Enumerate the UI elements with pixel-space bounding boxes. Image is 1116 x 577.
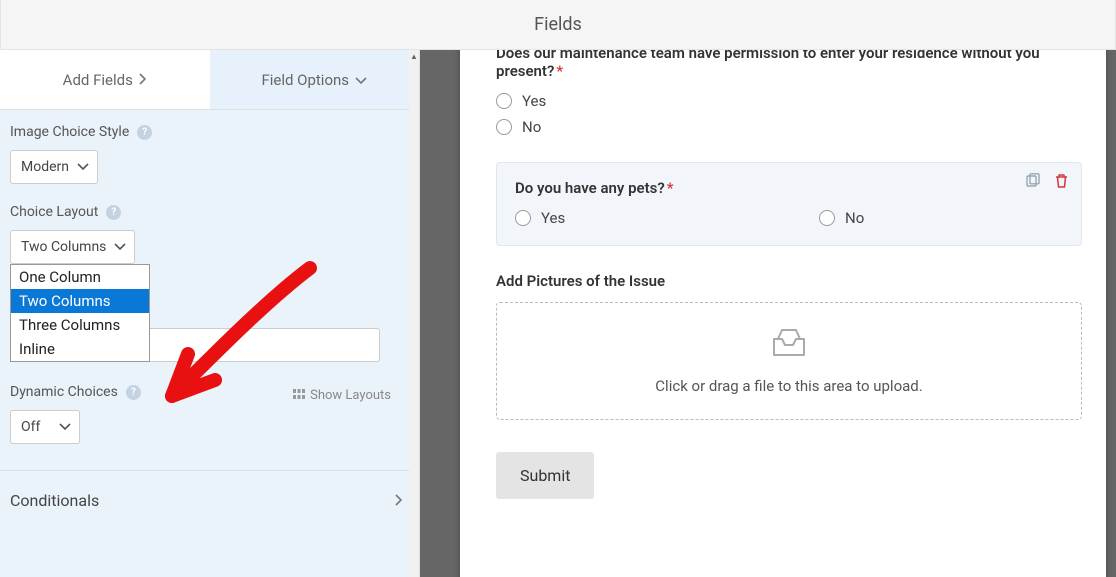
duplicate-icon[interactable] (1024, 173, 1040, 193)
image-choice-style-group: Image Choice Style ? Modern (10, 124, 403, 184)
permission-option-yes[interactable]: Yes (496, 92, 1082, 110)
dynamic-choices-value: Off (21, 419, 40, 435)
page-title: Fields (534, 14, 582, 35)
trash-icon[interactable] (1054, 173, 1069, 193)
form-preview-area: Does our maintenance team have permissio… (420, 50, 1116, 577)
image-choice-style-label-row: Image Choice Style ? (10, 124, 403, 140)
choice-layout-option-three[interactable]: Three Columns (11, 313, 149, 337)
file-upload-dropzone[interactable]: Click or drag a file to this area to upl… (496, 302, 1082, 420)
scroll-up-icon: ▲ (410, 50, 418, 63)
radio-icon (496, 119, 512, 135)
submit-label: Submit (520, 466, 570, 485)
field-options-panel: Image Choice Style ? Modern Choice Layou… (0, 110, 419, 577)
question-upload-title: Add Pictures of the Issue (496, 272, 1082, 290)
chevron-down-icon (59, 419, 71, 435)
choice-layout-label: Choice Layout (10, 204, 98, 220)
required-asterisk: * (667, 179, 674, 197)
choice-layout-option-two[interactable]: Two Columns (11, 289, 149, 313)
show-layouts-label: Show Layouts (310, 388, 391, 403)
pets-option-no[interactable]: No (819, 209, 1063, 227)
main-layout: Add Fields Field Options Image Choice St… (0, 50, 1116, 577)
question-pets-title: Do you have any pets? (515, 179, 665, 197)
question-permission-title-row: Does our maintenance team have permissio… (496, 50, 1082, 80)
dynamic-choices-label: Dynamic Choices (10, 384, 118, 400)
radio-icon (496, 93, 512, 109)
pets-option-yes[interactable]: Yes (515, 209, 759, 227)
image-choice-style-select[interactable]: Modern (10, 150, 98, 184)
choice-layout-label-row: Choice Layout ? (10, 204, 403, 220)
question-permission-title: Does our maintenance team have permissio… (496, 50, 1040, 80)
image-choice-style-label: Image Choice Style (10, 124, 129, 140)
choice-layout-select[interactable]: Two Columns (10, 230, 135, 264)
question-upload: Add Pictures of the Issue Click or drag … (496, 272, 1082, 420)
help-icon[interactable]: ? (106, 205, 121, 220)
upload-hint: Click or drag a file to this area to upl… (655, 377, 922, 395)
permission-option-no[interactable]: No (496, 118, 1082, 136)
option-label: No (845, 209, 864, 227)
page-header: Fields (0, 0, 1116, 50)
inbox-icon (770, 327, 808, 363)
option-label: Yes (541, 209, 565, 227)
radio-icon (515, 210, 531, 226)
sidebar-scrollbar[interactable]: ▲ (409, 50, 419, 577)
left-sidebar: Add Fields Field Options Image Choice St… (0, 50, 420, 577)
tab-field-options-label: Field Options (261, 71, 349, 89)
field-actions (1024, 173, 1069, 193)
question-permission: Does our maintenance team have permissio… (496, 50, 1082, 136)
submit-button[interactable]: Submit (496, 452, 594, 499)
help-icon[interactable]: ? (137, 125, 152, 140)
image-choice-style-value: Modern (21, 159, 69, 175)
show-layouts-link[interactable]: Show Layouts (293, 388, 391, 403)
pets-options: Yes No (515, 209, 1063, 227)
tab-add-fields[interactable]: Add Fields (0, 50, 210, 109)
chevron-down-icon (77, 159, 89, 175)
form-canvas: Does our maintenance team have permissio… (460, 50, 1106, 577)
choice-layout-group: Choice Layout ? Two Columns One Column T… (10, 204, 403, 264)
option-label: Yes (522, 92, 546, 110)
chevron-right-icon (395, 491, 403, 510)
tab-add-fields-label: Add Fields (63, 71, 133, 89)
chevron-right-icon (139, 71, 147, 89)
chevron-down-icon (355, 71, 367, 89)
tab-field-options[interactable]: Field Options (210, 50, 420, 109)
required-asterisk: * (556, 62, 563, 80)
radio-icon (819, 210, 835, 226)
option-label: No (522, 118, 541, 136)
chevron-down-icon (114, 239, 126, 255)
choice-layout-option-inline[interactable]: Inline (11, 337, 149, 361)
choice-layout-dropdown: One Column Two Columns Three Columns Inl… (10, 264, 150, 362)
question-pets[interactable]: Do you have any pets?* Yes No (496, 162, 1082, 246)
help-icon[interactable]: ? (126, 385, 141, 400)
question-pets-title-row: Do you have any pets?* (515, 179, 1063, 197)
grid-icon (293, 388, 305, 403)
choice-layout-option-one[interactable]: One Column (11, 265, 149, 289)
dynamic-choices-select[interactable]: Off (10, 410, 80, 444)
conditionals-label: Conditionals (10, 491, 99, 510)
sidebar-tabs: Add Fields Field Options (0, 50, 419, 110)
choice-layout-value: Two Columns (21, 239, 106, 255)
conditionals-section[interactable]: Conditionals (0, 470, 413, 530)
